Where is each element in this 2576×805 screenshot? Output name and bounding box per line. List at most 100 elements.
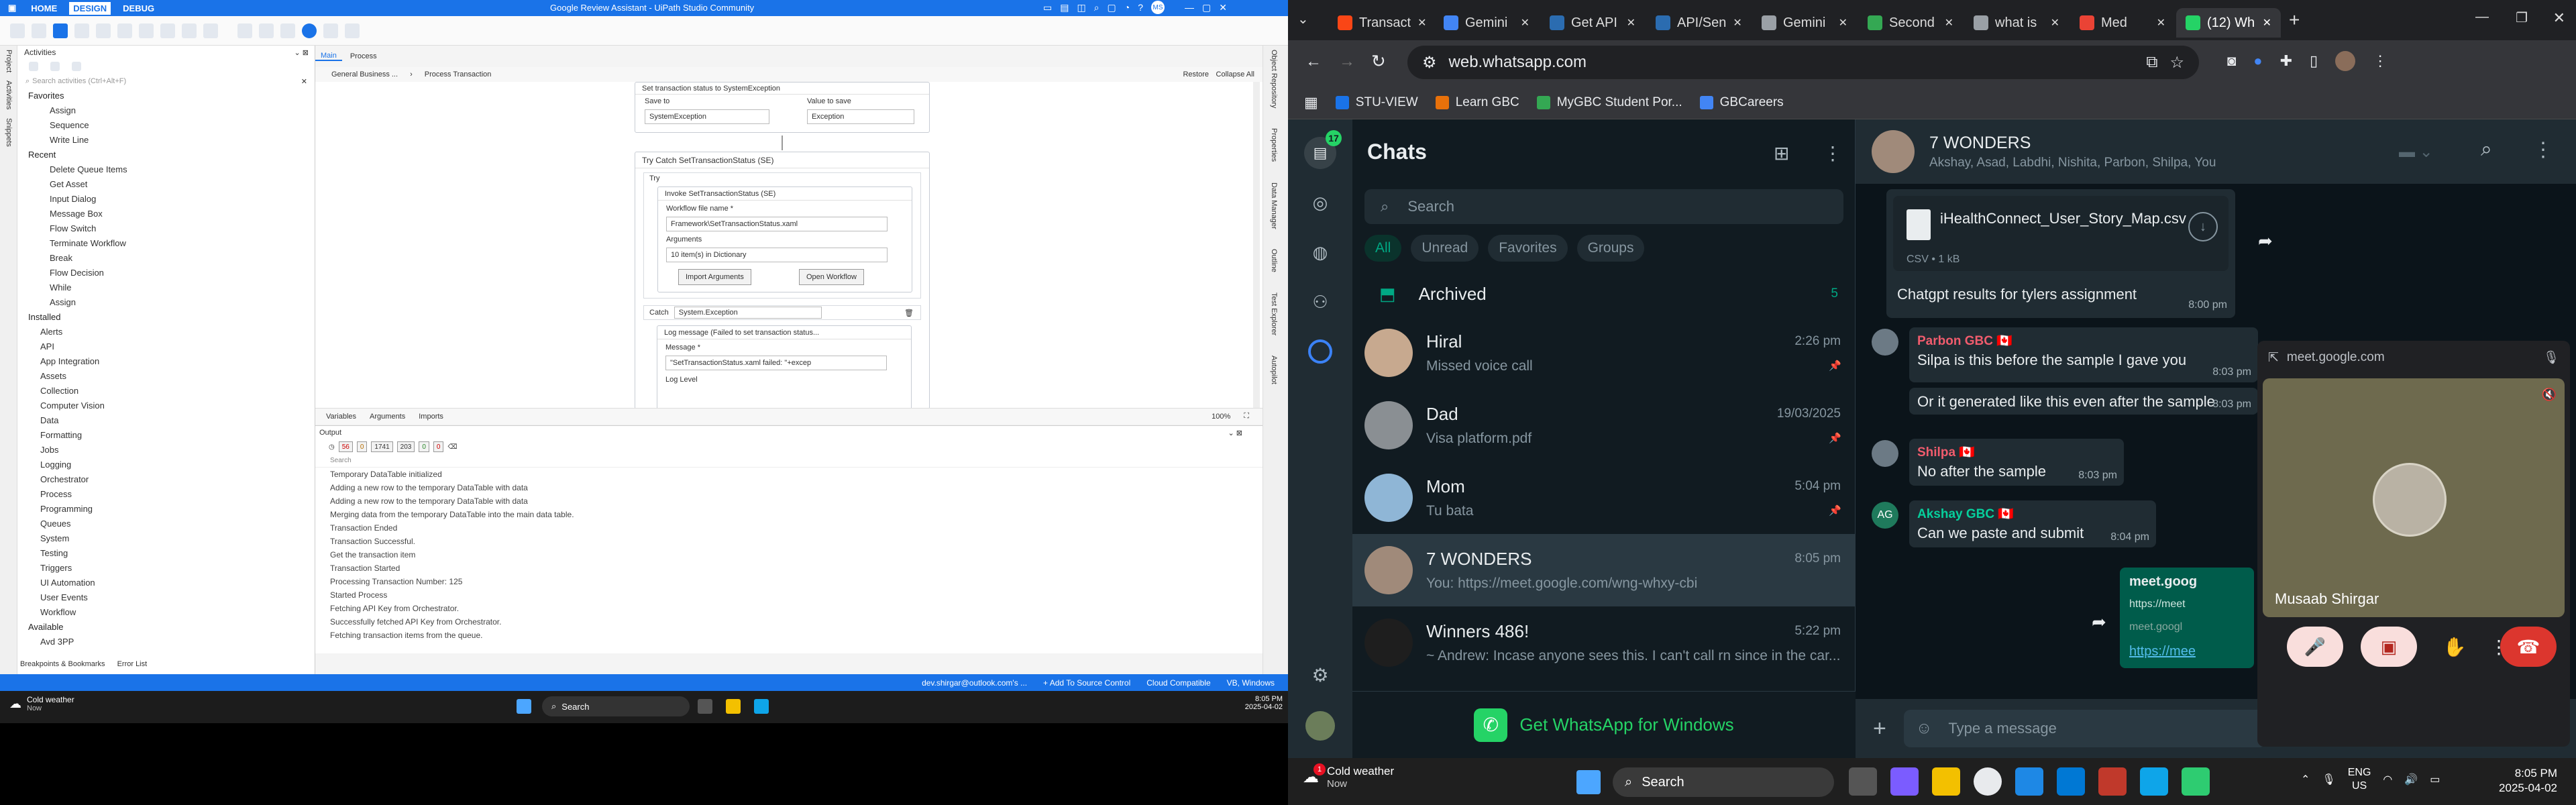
battery-icon[interactable]: ▭: [2430, 773, 2440, 786]
output-line[interactable]: Adding a new row to the temporary DataTa…: [315, 481, 1263, 494]
tray-chevron-icon[interactable]: ⌃: [2301, 773, 2310, 786]
bookmark-star-icon[interactable]: ☆: [2169, 53, 2184, 72]
message-input[interactable]: ☺ Type a message: [1903, 710, 2266, 747]
export-excel-icon[interactable]: [345, 23, 360, 38]
tree-item[interactable]: Programming: [19, 502, 314, 517]
tree-item[interactable]: Break: [19, 251, 314, 266]
tree-item[interactable]: Delete Queue Items: [19, 162, 314, 177]
panel-pin-icon[interactable]: ⌄ ⊠: [1228, 429, 1243, 437]
tree-item[interactable]: Input Dialog: [19, 192, 314, 207]
sender-avatar[interactable]: [1872, 440, 1898, 467]
maximize-icon[interactable]: ▢: [1202, 2, 1211, 13]
download-icon[interactable]: ↓: [2188, 212, 2218, 241]
reload-icon[interactable]: ↻: [1371, 51, 1386, 72]
tree-item[interactable]: App Integration: [19, 354, 314, 369]
expand-icon[interactable]: [50, 62, 60, 71]
chrome-tab[interactable]: API/Sen ✕: [1646, 8, 1751, 38]
tree-item[interactable]: Terminate Workflow: [19, 236, 314, 251]
output-line[interactable]: Processing Transaction Number: 125: [315, 575, 1263, 588]
output-line[interactable]: Successfully fetched API Key from Orches…: [315, 615, 1263, 629]
file-explorer-icon[interactable]: [1932, 767, 1960, 796]
filter-trace[interactable]: 203: [396, 441, 415, 452]
profile-avatar[interactable]: [1305, 711, 1335, 741]
raise-hand-button[interactable]: ✋: [2434, 627, 2475, 667]
save-icon[interactable]: [32, 23, 46, 38]
tree-item[interactable]: Write Line: [19, 133, 314, 148]
menu-debug[interactable]: DEBUG: [120, 3, 157, 13]
copilot-icon[interactable]: [1890, 767, 1919, 796]
tree-item[interactable]: Triggers: [19, 561, 314, 576]
notion-icon[interactable]: [2098, 767, 2127, 796]
incoming-message[interactable]: Or it generated like this even after the…: [1909, 388, 2258, 415]
minimize-icon[interactable]: —: [1185, 2, 1194, 13]
output-line[interactable]: Transaction Ended: [315, 521, 1263, 535]
chrome-tab[interactable]: Med ✕: [2070, 8, 2175, 38]
mic-icon[interactable]: 🎙: [2543, 350, 2559, 366]
tree-item[interactable]: Assign: [19, 103, 314, 118]
apps-icon[interactable]: ▦: [1304, 94, 1318, 111]
tree-item[interactable]: Jobs: [19, 443, 314, 458]
assign-activity-card[interactable]: Set transaction status to SystemExceptio…: [635, 82, 930, 133]
filter-errors[interactable]: 56: [338, 441, 353, 452]
tree-item[interactable]: System: [19, 531, 314, 546]
tree-item[interactable]: Testing: [19, 546, 314, 561]
filter-chip-favorites[interactable]: Favorites: [1488, 235, 1568, 262]
settings-icon[interactable]: ⚙: [1308, 663, 1332, 687]
rail-outline[interactable]: Outline: [1270, 249, 1278, 272]
account-status[interactable]: dev.shirgar@outlook.com's ...: [922, 678, 1027, 688]
publish-icon[interactable]: [302, 23, 317, 38]
get-windows-banner[interactable]: ✆ Get WhatsApp for Windows: [1352, 691, 1856, 758]
chat-row[interactable]: Hiral Missed voice call 2:26 pm 📌: [1352, 317, 1856, 389]
rail-project[interactable]: Project: [0, 46, 17, 76]
bookmark-item[interactable]: STU-VIEW: [1335, 95, 1418, 110]
try-catch-activity[interactable]: Try Catch SetTransactionStatus (SE) Try …: [635, 152, 930, 410]
tree-item[interactable]: Avd 3PP: [19, 635, 314, 649]
taskbar-search[interactable]: ⌕ Search: [1613, 767, 1834, 797]
rail-activities[interactable]: Activities: [0, 76, 17, 113]
menu-design[interactable]: DESIGN: [69, 1, 111, 15]
group-avatar[interactable]: [1872, 130, 1915, 173]
close-icon[interactable]: ✕: [2553, 9, 2565, 27]
incoming-message[interactable]: Parbon GBC 🇨🇦 Silpa is this before the sa…: [1909, 327, 2258, 382]
sender-avatar[interactable]: AG: [1872, 502, 1898, 529]
tab-close-icon[interactable]: ✕: [2157, 16, 2165, 30]
designer-canvas[interactable]: Set transaction status to SystemExceptio…: [315, 82, 1263, 410]
mic-tray-icon[interactable]: 🎙: [2322, 773, 2335, 786]
imports-tab[interactable]: Imports: [419, 413, 443, 421]
fit-screen-icon[interactable]: ⛶: [1244, 412, 1249, 421]
output-line[interactable]: Temporary DataTable initialized: [315, 468, 1263, 481]
clock-icon[interactable]: ◷: [329, 443, 335, 451]
tab-search-icon[interactable]: ⌄: [1297, 11, 1309, 28]
archived-row[interactable]: ⬒ Archived 5: [1352, 271, 1856, 317]
tree-group[interactable]: Favorites: [19, 89, 314, 103]
assistant-icon[interactable]: [2182, 767, 2210, 796]
maximize-icon[interactable]: ❐: [2516, 9, 2528, 26]
chrome-tab[interactable]: Get API ✕: [1540, 8, 1645, 38]
rail-snippets[interactable]: Snippets: [0, 114, 17, 151]
sender-avatar[interactable]: [1872, 329, 1898, 356]
forward-icon[interactable]: ➦: [2258, 231, 2273, 252]
chrome-tab[interactable]: Transact ✕: [1328, 8, 1433, 38]
end-call-button[interactable]: ☎: [2500, 627, 2557, 667]
delete-icon[interactable]: 🗑: [904, 309, 914, 317]
cloud-compat[interactable]: Cloud Compatible: [1146, 678, 1210, 688]
clear-icon[interactable]: ✕: [301, 77, 307, 86]
taskbar-search[interactable]: ⌕ Search: [542, 696, 690, 716]
outlook-icon[interactable]: [2057, 767, 2085, 796]
breadcrumb-item-process[interactable]: Process Transaction: [425, 70, 492, 78]
tree-group[interactable]: Available: [19, 620, 314, 635]
url-text[interactable]: web.whatsapp.com: [1449, 53, 1587, 72]
bookmark-item[interactable]: MyGBC Student Por...: [1536, 95, 1682, 110]
tree-item[interactable]: Formatting: [19, 428, 314, 443]
back-to-tab-icon[interactable]: ⇱: [2268, 350, 2279, 366]
error-list-tab[interactable]: Error List: [117, 660, 148, 668]
workflow-file-field[interactable]: Framework\SetTransactionStatus.xaml: [666, 217, 888, 231]
filter-warnings[interactable]: 0: [356, 441, 368, 452]
chat-row[interactable]: Mom Tu bata 5:04 pm 📌: [1352, 462, 1856, 534]
breadcrumb-item-general[interactable]: General Business ...: [331, 70, 398, 78]
tree-item[interactable]: User Events: [19, 590, 314, 605]
analyze-icon[interactable]: [280, 23, 295, 38]
chat-row[interactable]: Dad Visa platform.pdf 19/03/2025 📌: [1352, 389, 1856, 462]
invoke-workflow-card[interactable]: Invoke SetTransactionStatus (SE) Workflo…: [657, 186, 912, 292]
tree-item[interactable]: Workflow: [19, 605, 314, 620]
